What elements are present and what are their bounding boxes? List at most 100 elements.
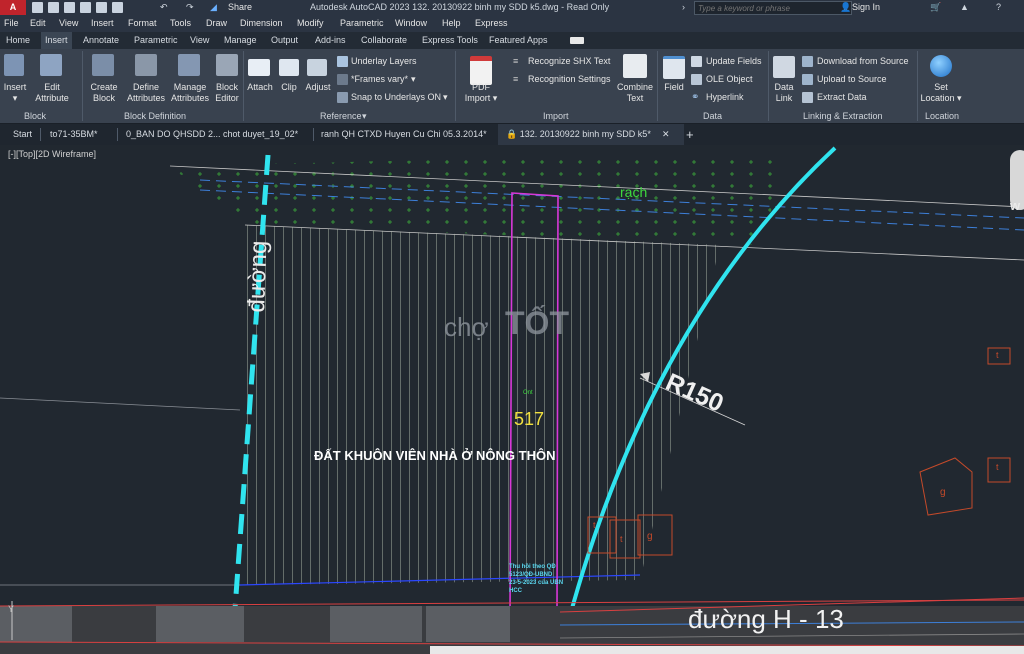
underlay-layers-button[interactable]: Underlay Layers [351,56,417,67]
define-attributes-button[interactable]: Define Attributes [124,82,168,104]
upload-to-source-button[interactable]: Upload to Source [817,74,887,85]
file-tab-ranh-qh[interactable]: ranh QH CTXD Huyen Cu Chi 05.3.2014* [313,124,487,145]
autocad-logo-icon[interactable]: A CAD [0,0,26,27]
file-tab-ban-do-qhsdd[interactable]: 0_BAN DO QHSDD 2... chot duyet_19_02* [118,124,298,145]
panel-label-reference[interactable]: Reference [320,111,362,122]
menu-file[interactable]: File [4,15,19,32]
tab-collaborate[interactable]: Collaborate [361,32,407,49]
recognize-shx-button[interactable]: Recognize SHX Text [528,56,610,67]
ole-object-button[interactable]: OLE Object [706,74,753,85]
download-from-source-button[interactable]: Download from Source [817,56,909,67]
menu-help[interactable]: Help [442,15,461,32]
cart-icon[interactable]: 🛒 [930,0,941,15]
open-file-icon[interactable] [48,2,59,13]
edit-attribute-button[interactable]: Edit Attribute [32,82,72,104]
set-location-button[interactable]: Set Location ▾ [918,82,964,104]
menu-format[interactable]: Format [128,15,157,32]
panel-label-linking-extraction[interactable]: Linking & Extraction [803,111,883,122]
tab-add-ins[interactable]: Add-ins [315,32,346,49]
frames-vary-dropdown[interactable]: *Frames vary* [351,74,408,85]
tab-output[interactable]: Output [271,32,298,49]
chevron-right-icon[interactable]: › [682,0,685,15]
tab-express-tools[interactable]: Express Tools [422,32,478,49]
pdf-import-button[interactable]: PDF Import ▾ [461,82,501,104]
dropdown-arrow-icon[interactable]: ▾ [493,93,498,103]
house-label: g [940,487,946,498]
file-tab-active[interactable]: 🔒 132. 20130922 binh my SDD k5* ✕ [498,124,684,145]
combine-text-button[interactable]: Combine Text [614,82,656,104]
undo-icon[interactable]: ↶ [160,0,168,15]
house-label: t [996,350,999,360]
tab-annotate[interactable]: Annotate [83,32,119,49]
menu-express[interactable]: Express [475,15,508,32]
clip-button[interactable]: Clip [276,82,302,93]
panel-label-location[interactable]: Location [925,111,959,122]
tab-view[interactable]: View [190,32,209,49]
hyperlink-button[interactable]: Hyperlink [706,92,744,103]
block-editor-button[interactable]: Block Editor [210,82,244,104]
panel-label-data[interactable]: Data [703,111,722,122]
menu-tools[interactable]: Tools [170,15,191,32]
combine-text-label-2: Text [626,93,644,103]
viewport-controls[interactable]: [-][Top][2D Wireframe] [8,149,96,159]
title-bar: A CAD ↶ ↷ ◢ Share Autodesk AutoCAD 2023 … [0,0,1024,27]
lock-icon: 🔒 [506,129,518,139]
plot-icon[interactable] [96,2,107,13]
save-icon[interactable] [64,2,75,13]
dropdown-arrow-icon[interactable]: ▾ [957,93,962,103]
tab-parametric[interactable]: Parametric [134,32,178,49]
ribbon-minimize-icon[interactable] [570,37,584,44]
field-button[interactable]: Field [660,82,688,93]
print-icon[interactable] [112,2,123,13]
panel-label-block-definition[interactable]: Block Definition [124,111,186,122]
help-icon[interactable]: ? [996,0,1001,15]
road-segment [156,606,244,642]
pdf-import-icon [470,56,492,85]
save-as-icon[interactable] [80,2,91,13]
data-link-button[interactable]: Data Link [770,82,798,104]
tab-manage[interactable]: Manage [224,32,257,49]
new-tab-button[interactable]: + [678,124,694,145]
share-icon[interactable]: ◢ [210,0,217,15]
user-icon[interactable]: 👤 [840,0,851,15]
tab-divider [40,128,41,141]
adjust-button[interactable]: Adjust [302,82,334,93]
panel-label-block[interactable]: Block [24,111,46,122]
file-tab-to71[interactable]: to71-35BM* [42,124,98,145]
create-block-button[interactable]: Create Block [86,82,122,104]
file-tab-start[interactable]: Start [5,124,32,145]
update-fields-button[interactable]: Update Fields [706,56,762,67]
autodesk-account-icon[interactable]: ▲ [960,0,969,15]
menu-insert[interactable]: Insert [91,15,114,32]
extract-data-button[interactable]: Extract Data [817,92,867,103]
close-icon[interactable]: ✕ [662,124,670,145]
menu-edit[interactable]: Edit [30,15,46,32]
attach-button[interactable]: Attach [244,82,276,93]
menu-draw[interactable]: Draw [206,15,227,32]
panel-label-import[interactable]: Import [543,111,569,122]
recognition-settings-button[interactable]: Recognition Settings [528,74,611,85]
redo-icon[interactable]: ↷ [186,0,194,15]
hyperlink-icon: ⚭ [691,92,700,103]
snap-underlays-dropdown[interactable]: Snap to Underlays ON [351,92,441,103]
manage-attributes-button[interactable]: Manage Attributes [168,82,212,104]
tab-featured-apps[interactable]: Featured Apps [489,32,548,49]
chevron-down-icon[interactable]: ▾ [362,111,367,122]
sign-in-button[interactable]: Sign In [852,0,880,15]
menu-dimension[interactable]: Dimension [240,15,283,32]
chevron-down-icon[interactable]: ▾ [443,92,448,103]
tab-insert[interactable]: Insert [41,32,72,49]
share-button[interactable]: Share [228,0,252,15]
menu-modify[interactable]: Modify [297,15,324,32]
new-file-icon[interactable] [32,2,43,13]
file-tab-binh-my[interactable]: 132. 20130922 binh my SDD k5* [520,129,651,139]
chevron-down-icon[interactable]: ▾ [411,74,416,85]
tab-home[interactable]: Home [6,32,30,49]
menu-window[interactable]: Window [395,15,427,32]
insert-button[interactable]: Insert ▾ [0,82,30,104]
search-input[interactable] [695,2,831,14]
search-box[interactable]: ⌕ [694,1,852,15]
menu-parametric[interactable]: Parametric [340,15,384,32]
dropdown-arrow-icon[interactable]: ▾ [13,93,18,103]
menu-view[interactable]: View [59,15,78,32]
